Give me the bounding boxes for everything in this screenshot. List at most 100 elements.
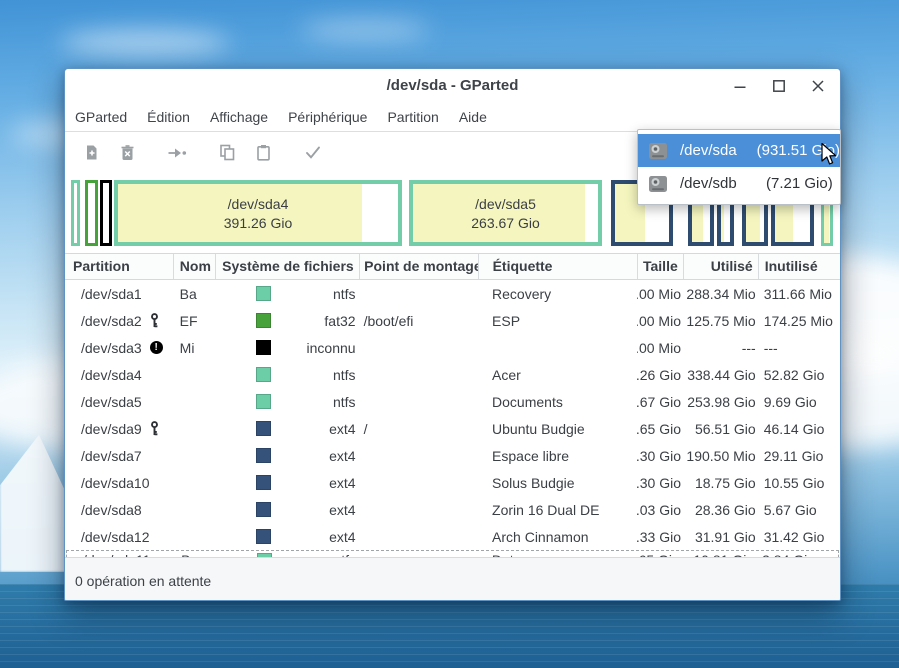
partition-name: /dev/sda3! <box>65 340 174 356</box>
label: Documents <box>478 394 637 410</box>
partition-segment[interactable] <box>85 180 98 246</box>
device-option[interactable]: /dev/sda(931.51 Gio) <box>638 134 840 167</box>
column-header[interactable]: Étiquette <box>478 254 637 279</box>
desktop: /dev/sda - GParted GPartedÉditionAfficha… <box>0 0 899 668</box>
column-header[interactable]: Nom <box>173 254 215 279</box>
table-row[interactable]: /dev/sda2EFfat32/boot/efiESP300.00 Mio12… <box>65 307 840 334</box>
table-row[interactable]: /dev/sda12ext4Arch Cinnamon63.33 Gio31.9… <box>65 523 840 550</box>
menu-item-affichage[interactable]: Affichage <box>200 103 278 131</box>
segment-label: /dev/sda4391.26 Gio <box>118 184 398 242</box>
used: 31.91 Gio <box>683 529 758 545</box>
size: 29.30 Gio <box>637 475 683 491</box>
apply-icon <box>304 145 322 163</box>
table-body: /dev/sda1BantfsRecovery600.00 Mio288.34 … <box>65 280 840 557</box>
filesystem: ext4 <box>216 502 360 518</box>
filesystem: ntfs <box>216 286 360 302</box>
column-header[interactable]: Utilisé <box>683 254 758 279</box>
partition-segment[interactable]: /dev/sda5263.67 Gio <box>409 180 602 246</box>
column-header[interactable]: Partition <box>65 254 173 279</box>
paste-button[interactable] <box>245 138 281 170</box>
cloud <box>300 20 430 40</box>
label: Recovery <box>478 286 637 302</box>
label: Acer <box>478 367 637 383</box>
partition-label-name: Ba <box>175 552 217 557</box>
filesystem: ext4 <box>216 448 360 464</box>
partition-name: /dev/sda2 <box>65 313 174 329</box>
menu-item-partition[interactable]: Partition <box>377 103 448 131</box>
size: 34.03 Gio <box>637 502 683 518</box>
close-button[interactable] <box>810 78 826 94</box>
copy-icon <box>219 144 236 164</box>
filesystem-color-swatch <box>256 529 271 544</box>
size: 102.65 Gio <box>637 421 683 437</box>
used: 18.75 Gio <box>683 475 758 491</box>
menu-bar: GPartedÉditionAffichagePériphériqueParti… <box>65 102 840 132</box>
column-header[interactable]: Taille <box>637 254 683 279</box>
table-row[interactable]: /dev/sda8ext4Zorin 16 Dual DE34.03 Gio28… <box>65 496 840 523</box>
unused: --- <box>758 340 840 356</box>
copy-button[interactable] <box>209 138 245 170</box>
key-icon <box>150 421 159 436</box>
table-row[interactable]: /dev/sda7ext4Espace libre29.30 Gio190.50… <box>65 442 840 469</box>
mouse-cursor <box>821 143 839 174</box>
table-row[interactable]: /dev/sda9ext4/Ubuntu Budgie102.65 Gio56.… <box>65 415 840 442</box>
size: 29.30 Gio <box>637 448 683 464</box>
filesystem: ntfs <box>216 367 360 383</box>
cloud <box>60 30 230 56</box>
status-bar: 0 opération en attente <box>65 557 840 601</box>
apply-button[interactable] <box>295 138 331 170</box>
table-header: PartitionNomSystème de fichiersPoint de … <box>65 254 840 280</box>
label: ESP <box>478 313 637 329</box>
table-row[interactable]: /dev/sda5ntfsDocuments263.67 Gio253.98 G… <box>65 388 840 415</box>
unused: 10.55 Gio <box>758 475 840 491</box>
partition-name: /dev/sda7 <box>65 448 174 464</box>
menu-item-peripherique[interactable]: Périphérique <box>278 103 377 131</box>
filesystem: ext4 <box>216 421 360 437</box>
used: 10.81 Gio <box>682 552 756 557</box>
filesystem: inconnu <box>216 340 360 356</box>
device-option[interactable]: /dev/sdb(7.21 Gio) <box>638 167 840 200</box>
partition-name: /dev/sda8 <box>65 502 174 518</box>
new-partition-icon <box>83 144 100 164</box>
size: 391.26 Gio <box>637 367 683 383</box>
partition-label-name: Ba <box>174 286 216 302</box>
label: Solus Budgie <box>478 475 637 491</box>
table-row[interactable]: /dev/sda3!Miinconnu128.00 Mio------ <box>65 334 840 361</box>
titlebar[interactable]: /dev/sda - GParted <box>65 69 840 102</box>
partition-segment[interactable]: /dev/sda4391.26 Gio <box>114 180 402 246</box>
partition-name: /dev/sda12 <box>65 529 174 545</box>
column-header[interactable]: Système de fichiers <box>215 254 359 279</box>
table-row[interactable]: /dev/sda1BantfsRecovery600.00 Mio288.34 … <box>65 280 840 307</box>
new-partition-button[interactable] <box>73 138 109 170</box>
label: Data <box>478 552 637 557</box>
device-size: (7.21 Gio) <box>766 175 833 192</box>
delete-partition-button[interactable] <box>109 138 145 170</box>
partition-segment[interactable] <box>100 180 112 246</box>
table-row[interactable]: /dev/sda10 ext4 Solus Budgie29.30 Gio18.75… <box>65 469 840 496</box>
partition-label-name: EF <box>174 313 216 329</box>
used: 253.98 Gio <box>683 394 758 410</box>
maximize-button[interactable] <box>771 78 787 94</box>
unused: 311.66 Mio <box>758 286 840 302</box>
column-header[interactable]: Point de montage <box>359 254 477 279</box>
partial-table-row[interactable]: /dev/sda11BantfsData14.65 Gio10.81 Gio3.… <box>66 550 839 557</box>
menu-item-edition[interactable]: Édition <box>137 103 200 131</box>
label: Ubuntu Budgie <box>478 421 637 437</box>
minimize-button[interactable] <box>732 78 748 94</box>
partition-name: /dev/sda10 <box>65 475 174 491</box>
size: 263.67 Gio <box>637 394 683 410</box>
filesystem-color-swatch <box>256 286 271 301</box>
partition-segment[interactable] <box>71 180 80 246</box>
resize-move-button[interactable] <box>159 138 195 170</box>
filesystem-color-swatch <box>257 553 272 558</box>
unused: 29.11 Gio <box>758 448 840 464</box>
menu-item-gparted[interactable]: GParted <box>65 103 137 131</box>
filesystem: ext4 <box>216 475 360 491</box>
table-row[interactable]: /dev/sda11BantfsData14.65 Gio10.81 Gio3.… <box>67 551 838 557</box>
menu-item-aide[interactable]: Aide <box>449 103 497 131</box>
table-row[interactable]: /dev/sda4ntfsAcer391.26 Gio338.44 Gio52.… <box>65 361 840 388</box>
mount-point: / <box>360 421 478 437</box>
column-header[interactable]: Inutilisé <box>758 254 840 279</box>
size: 600.00 Mio <box>637 286 683 302</box>
filesystem-color-swatch <box>256 475 271 490</box>
